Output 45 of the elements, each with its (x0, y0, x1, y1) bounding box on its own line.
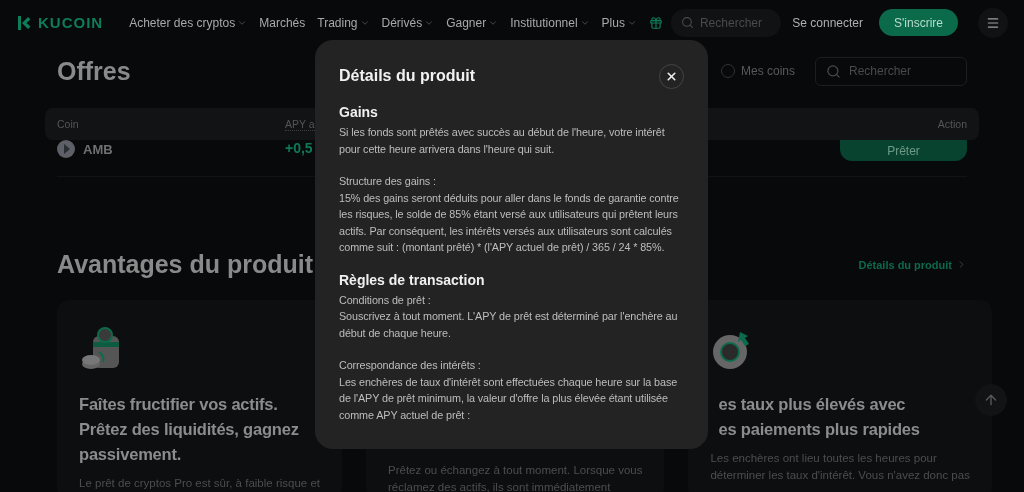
lend-button[interactable]: Prêter (840, 140, 967, 161)
paragraph: Souscrivez à tout moment. L'APY de prêt est déterminé par l'enchère au début de chaque heure. (339, 309, 679, 341)
section-title: Avantages du produit (57, 250, 314, 279)
search-icon (826, 63, 841, 79)
search-placeholder: Rechercher (849, 64, 912, 78)
paragraph-label: Structure des gains : (339, 174, 437, 189)
column-header: Coin (57, 118, 80, 130)
login-link[interactable]: Se connecter (792, 15, 864, 30)
menu-button[interactable] (978, 7, 1008, 38)
nav-menu-item[interactable]: Acheter des cryptos (129, 15, 248, 30)
nav-menu-item[interactable]: Trading (317, 15, 370, 30)
dialog-title: Détails du produit (339, 67, 475, 85)
card-title: Faîtes fructifier vos actifs. Prêtez des liquidités, gagnez passivement. (79, 394, 300, 465)
menu-icon (986, 15, 1000, 30)
section-heading: Règles de transaction (339, 270, 486, 290)
search-icon (680, 16, 694, 29)
paragraph: Si les fonds sont prêtés avec succès au début de l'heure, votre intérêt pour cette heure arrivera dans l'heure qui suit. (339, 125, 666, 157)
card-text: Prêtez ou échangez à tout moment. Lorsque vous réclamez des actifs, ils sont immédiatement (388, 463, 643, 492)
arrow-up-icon (983, 392, 999, 408)
logo-icon (16, 13, 34, 32)
paragraph: 15% des gains seront déduits pour aller dans le fonds de garantie contre les risques, le solde de 85% étant versé aux utilisateurs qui prêtent leurs actifs. Par conséquent, les intérêts versés aux utilisateurs sont calculés comme suit : (montant prêté) * (l'APY actuel de prêt) / 365 / 24 * 85%. (339, 190, 680, 255)
gift-icon[interactable] (648, 15, 663, 30)
column-header: Action (937, 118, 967, 130)
card-text: Le prêt de cryptos Pro est sûr, à faible risque et (79, 476, 320, 491)
paragraph-label: Correspondance des intérêts : (339, 358, 482, 373)
section-heading: Gains (339, 103, 379, 122)
nav-menu-item[interactable]: Marchés (259, 15, 306, 30)
nav-menu-item[interactable]: Gagner (446, 15, 499, 30)
logo-text[interactable]: KUCOIN (38, 14, 104, 31)
coin-icon (57, 140, 75, 158)
paragraph-label: Conditions de prêt : (339, 292, 432, 308)
nav-menu-item[interactable]: Dérivés (381, 15, 435, 30)
close-icon (665, 69, 678, 83)
nav-menu-item[interactable]: Plus (601, 15, 637, 30)
card-title: es taux plus élevés avec es paiements plus rapides (717, 394, 921, 440)
paragraph: Les enchères de taux d'intérêt sont effectuées chaque heure sur la base de l'APY de prêt minimum, la valeur d'offre la plus élevée étant utilisée comme APY actuel de prêt : (339, 374, 679, 423)
signup-button[interactable]: S'inscrire (879, 9, 958, 36)
nav-menu-item[interactable]: Institutionnel (510, 15, 590, 30)
search-placeholder: Rechercher (699, 15, 762, 30)
page-title: Offres (57, 56, 131, 86)
card-text: Les enchères ont lieu toutes les heures pour déterminer les taux d'intérêt. Vous n'avez donc pas (710, 451, 970, 483)
apy-value: +0,5 (285, 140, 313, 156)
my-coins-label: Mes coins (740, 64, 795, 78)
coin-name: AMB (83, 141, 113, 157)
column-header: APY a (285, 117, 315, 131)
